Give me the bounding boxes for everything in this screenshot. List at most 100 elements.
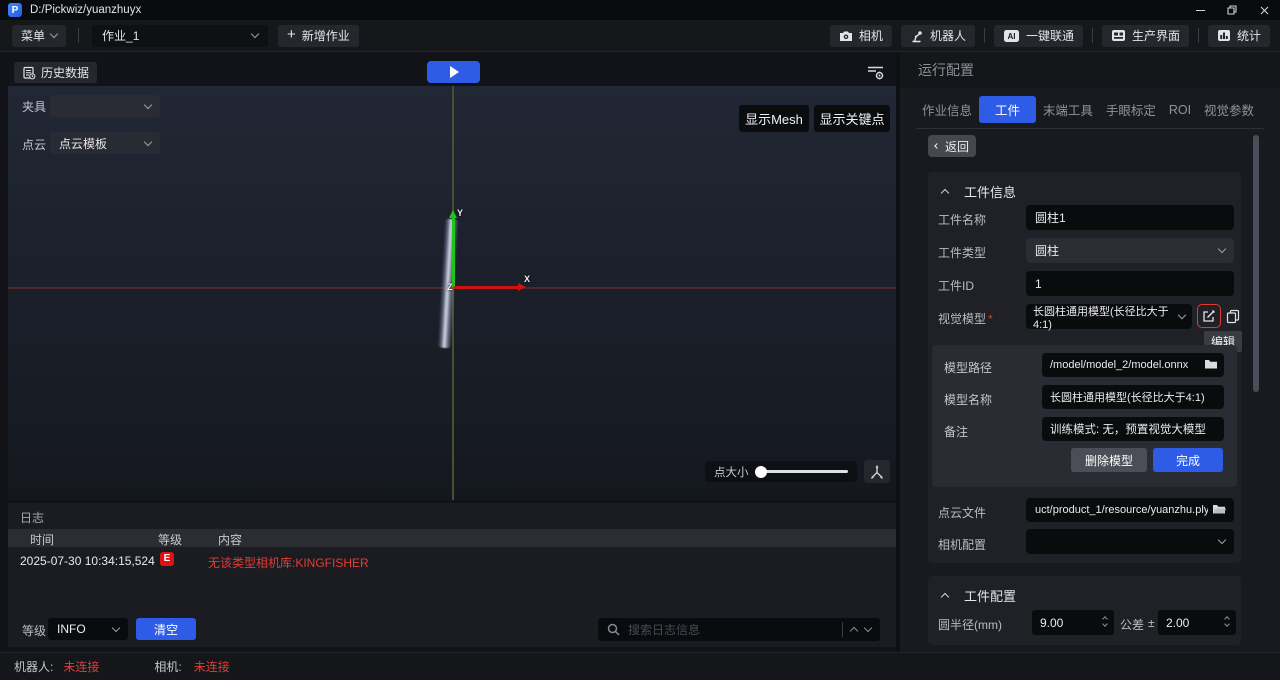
- model-path-input[interactable]: [1042, 353, 1224, 377]
- tab-job-info[interactable]: 作业信息: [916, 96, 978, 123]
- model-form: 模型路径 模型名称 备注 删除模型 完成: [932, 345, 1237, 487]
- log-search-input[interactable]: [628, 623, 834, 637]
- vision-model-select[interactable]: 长圆柱通用模型(长径比大于4:1): [1026, 304, 1192, 329]
- robot-label: 机器人: [930, 27, 966, 44]
- divider: [1198, 28, 1199, 43]
- x-axis: [454, 286, 518, 289]
- collapse-icon[interactable]: [941, 189, 949, 197]
- workpiece-info-section: 工件信息 工件名称 工件类型 圆柱 工件ID 视觉模型* 长圆柱通用模型(长径比…: [928, 172, 1241, 563]
- vision-model-value: 长圆柱通用模型(长径比大于4:1): [1033, 303, 1179, 331]
- delete-model-label: 删除模型: [1085, 452, 1133, 469]
- decrement-icon[interactable]: [1224, 621, 1230, 627]
- stats-button[interactable]: 统计: [1208, 25, 1270, 47]
- title-bar: P D:/Pickwiz/yuanzhuyx: [0, 0, 1280, 20]
- new-job-label: 新增作业: [302, 27, 350, 44]
- chevron-left-icon: [934, 143, 940, 149]
- divider: [842, 622, 843, 637]
- pointcloud-select-value: 点云模板: [59, 135, 107, 152]
- edit-model-button[interactable]: [1197, 304, 1221, 328]
- log-row[interactable]: 2025-07-30 10:34:15,524 E 无该类型相机库:KINGFI…: [8, 552, 896, 568]
- tab-end-tool[interactable]: 末端工具: [1037, 96, 1099, 123]
- log-level-select[interactable]: INFO: [48, 618, 128, 640]
- model-name-input[interactable]: [1042, 385, 1224, 409]
- history-data-button[interactable]: 历史数据: [14, 62, 97, 83]
- chevron-down-icon: [1218, 536, 1226, 544]
- app-window: P D:/Pickwiz/yuanzhuyx 菜单 作业_1 + 新增作业: [0, 0, 1280, 680]
- radius-input[interactable]: [1040, 610, 1095, 635]
- tab-hand-eye-calib[interactable]: 手眼标定: [1100, 96, 1162, 123]
- workpiece-name-input[interactable]: [1026, 205, 1234, 230]
- workpiece-id-input[interactable]: [1026, 271, 1234, 296]
- done-label: 完成: [1176, 452, 1200, 469]
- tolerance-input[interactable]: [1166, 610, 1221, 635]
- log-col-content: 内容: [218, 531, 242, 548]
- new-job-button[interactable]: + 新增作业: [278, 25, 359, 47]
- point-size-control: 点大小: [705, 461, 857, 482]
- divider: [1092, 28, 1093, 43]
- chevron-down-icon: [50, 30, 58, 38]
- status-bar: 机器人: 未连接 相机: 未连接: [0, 652, 1280, 680]
- tab-workpiece[interactable]: 工件: [979, 96, 1036, 123]
- clear-log-button[interactable]: 清空: [136, 618, 196, 640]
- display-settings-button[interactable]: [862, 60, 888, 84]
- tab-roi[interactable]: ROI: [1163, 99, 1197, 121]
- robot-button[interactable]: 机器人: [901, 25, 975, 47]
- production-ui-button[interactable]: 生产界面: [1102, 25, 1189, 47]
- minimize-button[interactable]: [1184, 0, 1216, 20]
- one-key-link-button[interactable]: AI 一键联通: [994, 25, 1083, 47]
- camera-label: 相机: [859, 27, 883, 44]
- decrement-icon[interactable]: [1102, 621, 1108, 627]
- camera-config-select[interactable]: [1026, 529, 1234, 554]
- axis-tripod-icon: [869, 464, 885, 480]
- browse-pointcloud-file-button[interactable]: [1212, 503, 1227, 518]
- job-select[interactable]: 作业_1: [92, 25, 268, 47]
- back-button[interactable]: 返回: [928, 135, 976, 157]
- log-panel: 日志 时间 等级 内容 2025-07-30 10:34:15,524 E 无该…: [8, 503, 896, 647]
- workpiece-type-select[interactable]: 圆柱: [1026, 238, 1234, 263]
- close-icon: [1260, 6, 1269, 15]
- log-level-value: INFO: [57, 622, 86, 636]
- radius-spinner[interactable]: [1032, 610, 1114, 635]
- delete-model-button[interactable]: 删除模型: [1071, 448, 1147, 472]
- search-next-button[interactable]: [864, 623, 872, 631]
- done-button[interactable]: 完成: [1153, 448, 1223, 472]
- fixture-select[interactable]: [50, 95, 160, 117]
- 3d-viewport[interactable]: 夹具 点云 点云模板 显示Mesh 显示关键点 X Y Z 点大小: [8, 86, 896, 500]
- copy-model-button[interactable]: [1224, 306, 1242, 326]
- pointcloud-file-input[interactable]: [1026, 498, 1234, 522]
- play-button[interactable]: [427, 61, 480, 83]
- tolerance-label: 公差: [1120, 616, 1144, 633]
- search-icon: [607, 623, 620, 636]
- divider: [984, 28, 985, 43]
- show-mesh-label: 显示Mesh: [745, 109, 803, 128]
- collapse-icon[interactable]: [941, 593, 949, 601]
- chevron-down-icon: [144, 137, 152, 145]
- show-mesh-button[interactable]: 显示Mesh: [739, 105, 809, 132]
- log-controls: 等级 INFO 清空: [8, 618, 896, 641]
- panel-scrollbar[interactable]: [1253, 135, 1259, 392]
- browse-model-path-button[interactable]: [1204, 358, 1218, 373]
- filter-gear-icon: [866, 64, 885, 81]
- slider-thumb[interactable]: [755, 466, 767, 478]
- search-prev-button[interactable]: [850, 627, 858, 635]
- tolerance-spinner[interactable]: [1158, 610, 1236, 635]
- axis-view-button[interactable]: [864, 460, 890, 483]
- log-header-row: 时间 等级 内容: [8, 529, 896, 547]
- restore-button[interactable]: [1216, 0, 1248, 20]
- close-button[interactable]: [1248, 0, 1280, 20]
- show-keypoints-button[interactable]: 显示关键点: [814, 105, 890, 132]
- pointcloud-label: 点云: [22, 136, 46, 153]
- tab-vision-params[interactable]: 视觉参数: [1198, 96, 1260, 123]
- camera-button[interactable]: 相机: [830, 25, 892, 47]
- window-title: D:/Pickwiz/yuanzhuyx: [30, 4, 141, 16]
- menu-button[interactable]: 菜单: [12, 25, 66, 47]
- model-note-input[interactable]: [1042, 417, 1224, 441]
- y-axis-arrowhead: [449, 210, 457, 218]
- point-size-slider[interactable]: [757, 470, 849, 473]
- show-keypoints-label: 显示关键点: [819, 109, 884, 128]
- workpiece-config-section: 工件配置 圆半径(mm) 公差 ±: [928, 576, 1241, 645]
- point-size-label: 点大小: [714, 464, 749, 480]
- model-path-label: 模型路径: [944, 359, 992, 376]
- minimize-icon: [1196, 10, 1205, 11]
- pointcloud-select[interactable]: 点云模板: [50, 132, 160, 154]
